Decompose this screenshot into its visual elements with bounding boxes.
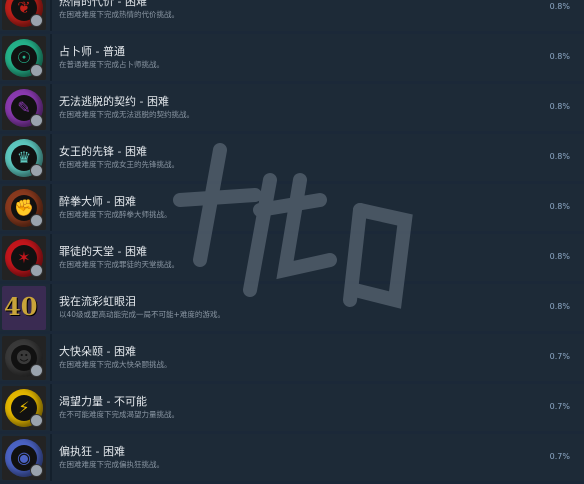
lightning-icon: ⚡ [2, 385, 46, 430]
unlock-percentage: 0.8% [549, 2, 570, 11]
unlock-percentage: 0.8% [549, 102, 570, 111]
achievement-description: 在困难难度下完成热情的代价挑战。 [59, 10, 179, 19]
achievement-title: 渴望力量 - 不可能 [59, 395, 147, 408]
contract-icon: ✎ [2, 85, 46, 130]
badge-icon [30, 63, 43, 77]
badge-icon [30, 113, 43, 127]
achievement-title: 无法逃脱的契约 - 困难 [59, 95, 169, 108]
heart-icon: ❦ [2, 0, 46, 30]
achievement-row[interactable]: ⚡ 渴望力量 - 不可能 在不可能难度下完成渴望力量挑战。 0.7% [0, 384, 584, 431]
achievement-row[interactable]: ◉ 偏执狂 - 困难 在困难难度下完成偏执狂挑战。 0.7% [0, 434, 584, 481]
drunken-master-icon: ✊ [2, 185, 46, 230]
achievement-description: 在困难难度下完成无法逃脱的契约挑战。 [59, 110, 194, 119]
achievement-info: 热情的代价 - 困难 在困难难度下完成热情的代价挑战。 [50, 0, 584, 31]
achievement-row[interactable]: ✶ 罪徒的天堂 - 困难 在困难难度下完成罪徒的天堂挑战。 0.8% [0, 234, 584, 281]
achievement-description: 在困难难度下完成醉拳大师挑战。 [59, 210, 172, 219]
achievement-description: 在不可能难度下完成渴望力量挑战。 [59, 410, 179, 419]
achievement-title: 我在流彩虹眼泪 [59, 295, 136, 308]
achievement-description: 以40级或更高动能完成一局不可能+难度的游戏。 [59, 310, 225, 319]
unlock-percentage: 0.7% [549, 452, 570, 461]
achievement-title: 热情的代价 - 困难 [59, 0, 147, 8]
feast-icon: ☻ [2, 335, 46, 380]
unlock-percentage: 0.8% [549, 302, 570, 311]
fortune-teller-icon: ☉ [2, 35, 46, 80]
achievement-row[interactable]: ♛ 女王的先锋 - 困难 在困难难度下完成女王的先锋挑战。 0.8% [0, 134, 584, 181]
achievement-description: 在困难难度下完成偏执狂挑战。 [59, 460, 164, 469]
achievement-info: 大快朵颐 - 困难 在困难难度下完成大快朵颐挑战。 [50, 334, 584, 381]
unlock-percentage: 0.8% [549, 202, 570, 211]
achievement-title: 占卜师 - 普通 [59, 45, 125, 58]
achievement-info: 偏执狂 - 困难 在困难难度下完成偏执狂挑战。 [50, 434, 584, 481]
achievement-description: 在困难难度下完成女王的先锋挑战。 [59, 160, 179, 169]
badge-icon [30, 263, 43, 277]
achievement-list: ❦ 热情的代价 - 困难 在困难难度下完成热情的代价挑战。 0.8% ☉ 占卜师… [0, 0, 584, 484]
achievement-info: 女王的先锋 - 困难 在困难难度下完成女王的先锋挑战。 [50, 134, 584, 181]
achievement-title: 罪徒的天堂 - 困难 [59, 245, 147, 258]
unlock-percentage: 0.8% [549, 52, 570, 61]
unlock-percentage: 0.8% [549, 152, 570, 161]
achievement-info: 罪徒的天堂 - 困难 在困难难度下完成罪徒的天堂挑战。 [50, 234, 584, 281]
achievement-row[interactable]: ❦ 热情的代价 - 困难 在困难难度下完成热情的代价挑战。 0.8% [0, 0, 584, 31]
achievement-description: 在普通难度下完成占卜师挑战。 [59, 60, 164, 69]
achievement-info: 占卜师 - 普通 在普通难度下完成占卜师挑战。 [50, 34, 584, 81]
unlock-percentage: 0.7% [549, 402, 570, 411]
achievement-row[interactable]: ☻ 大快朵颐 - 困难 在困难难度下完成大快朵颐挑战。 0.7% [0, 334, 584, 381]
unlock-percentage: 0.8% [549, 252, 570, 261]
achievement-info: 渴望力量 - 不可能 在不可能难度下完成渴望力量挑战。 [50, 384, 584, 431]
achievement-title: 醉拳大师 - 困难 [59, 195, 136, 208]
achievement-info: 醉拳大师 - 困难 在困难难度下完成醉拳大师挑战。 [50, 184, 584, 231]
badge-icon [30, 413, 43, 427]
achievement-row[interactable]: ☉ 占卜师 - 普通 在普通难度下完成占卜师挑战。 0.8% [0, 34, 584, 81]
achievement-title: 女王的先锋 - 困难 [59, 145, 147, 158]
achievement-row[interactable]: 40 我在流彩虹眼泪 以40级或更高动能完成一局不可能+难度的游戏。 0.8% [0, 284, 584, 331]
achievement-title: 大快朵颐 - 困难 [59, 345, 136, 358]
level-40-icon: 40 [2, 285, 46, 330]
achievement-row[interactable]: ✎ 无法逃脱的契约 - 困难 在困难难度下完成无法逃脱的契约挑战。 0.8% [0, 84, 584, 131]
achievement-title: 偏执狂 - 困难 [59, 445, 125, 458]
badge-icon [30, 363, 43, 377]
achievement-info: 我在流彩虹眼泪 以40级或更高动能完成一局不可能+难度的游戏。 [50, 284, 584, 331]
achievement-row[interactable]: ✊ 醉拳大师 - 困难 在困难难度下完成醉拳大师挑战。 0.8% [0, 184, 584, 231]
achievement-description: 在困难难度下完成大快朵颐挑战。 [59, 360, 172, 369]
unlock-percentage: 0.7% [549, 352, 570, 361]
badge-icon [30, 463, 43, 477]
queen-vanguard-icon: ♛ [2, 135, 46, 180]
sinners-paradise-icon: ✶ [2, 235, 46, 280]
badge-icon [30, 163, 43, 177]
achievement-description: 在困难难度下完成罪徒的天堂挑战。 [59, 260, 179, 269]
badge-icon [30, 213, 43, 227]
achievement-info: 无法逃脱的契约 - 困难 在困难难度下完成无法逃脱的契约挑战。 [50, 84, 584, 131]
badge-icon [30, 13, 43, 27]
eye-icon: ◉ [2, 435, 46, 480]
